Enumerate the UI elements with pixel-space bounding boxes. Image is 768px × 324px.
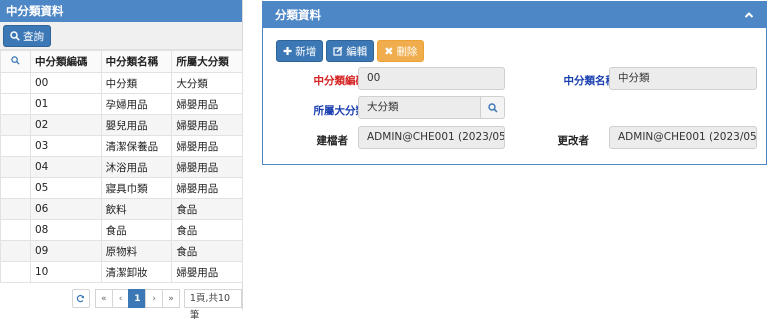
cell-parent: 婦嬰用品 — [171, 93, 243, 115]
cell-parent: 婦嬰用品 — [171, 114, 243, 136]
cell-parent: 食品 — [171, 198, 243, 220]
table-row[interactable]: 02 嬰兒用品 婦嬰用品 — [0, 114, 243, 136]
first-page-button[interactable]: « — [94, 289, 113, 308]
table-row[interactable]: 09 原物料 食品 — [0, 240, 243, 262]
table-row[interactable]: 04 沐浴用品 婦嬰用品 — [0, 156, 243, 178]
pagination: « ‹ 1 › » 1頁,共10筆 — [72, 289, 243, 321]
plus-icon: ✚ — [283, 44, 293, 58]
row-index-cell — [0, 177, 31, 199]
cell-code: 02 — [30, 114, 102, 136]
code-field-label: 中分類編碼 — [313, 75, 367, 87]
cell-code: 03 — [30, 135, 102, 157]
cell-name: 食品 — [100, 219, 173, 241]
cell-name: 中分類 — [100, 72, 173, 94]
parent-category-field[interactable]: 大分類 — [358, 96, 481, 119]
table-row[interactable]: 10 清潔卸妝 婦嬰用品 — [0, 261, 243, 283]
table-row[interactable]: 03 清潔保養品 婦嬰用品 — [0, 135, 243, 157]
row-index-cell — [0, 240, 31, 262]
row-index-cell — [0, 261, 31, 283]
refresh-button[interactable] — [72, 289, 90, 308]
category-detail-panel: 分類資料 ✚ 新增 編輯 ✖ 刪除 中分類編碼 00 中分類名稱 中分類 所屬大… — [262, 1, 767, 165]
cell-code: 10 — [30, 261, 102, 283]
cell-name: 清潔保養品 — [100, 135, 173, 157]
current-page-button[interactable]: 1 — [128, 289, 147, 308]
column-search-icon-header[interactable] — [0, 50, 31, 73]
detail-panel-title: 分類資料 — [275, 8, 321, 22]
cell-code: 04 — [30, 156, 102, 178]
search-icon — [487, 102, 498, 113]
table-row[interactable]: 06 飲料 食品 — [0, 198, 243, 220]
cell-code: 06 — [30, 198, 102, 220]
parent-category-field-label: 所屬大分類 — [313, 105, 367, 117]
cell-name: 清潔卸妝 — [100, 261, 173, 283]
modifier-field-label: 更改者 — [557, 135, 590, 147]
row-index-cell — [0, 114, 31, 136]
row-index-cell — [0, 72, 31, 94]
next-page-button[interactable]: › — [145, 289, 164, 308]
column-header-parent[interactable]: 所屬大分類 — [171, 50, 243, 73]
middle-category-list-panel: 中分類資料 查詢 中分類編碼 中分類名稱 所屬大分類 00 中分類 大分類 01… — [0, 0, 243, 321]
query-button[interactable]: 查詢 — [3, 25, 51, 47]
add-button[interactable]: ✚ 新增 — [276, 40, 324, 62]
cell-name: 飲料 — [100, 198, 173, 220]
creator-field-label: 建檔者 — [316, 135, 349, 147]
cell-name: 原物料 — [100, 240, 173, 262]
list-toolbar: 查詢 — [0, 22, 242, 50]
cell-parent: 食品 — [171, 240, 243, 262]
cell-name: 寢具巾類 — [100, 177, 173, 199]
row-index-cell — [0, 93, 31, 115]
page-info: 1頁,共10筆 — [183, 289, 243, 321]
cell-code: 05 — [30, 177, 102, 199]
add-button-label: 新增 — [295, 45, 317, 58]
table-header-row: 中分類編碼 中分類名稱 所屬大分類 — [0, 50, 243, 73]
row-index-cell — [0, 198, 31, 220]
cell-parent: 婦嬰用品 — [171, 261, 243, 283]
creator-field: ADMIN@CHE001 (2023/05/29 — [358, 126, 505, 149]
detail-panel-header: 分類資料 — [263, 2, 766, 28]
cell-code: 09 — [30, 240, 102, 262]
row-index-cell — [0, 156, 31, 178]
table-row[interactable]: 08 食品 食品 — [0, 219, 243, 241]
cell-parent: 婦嬰用品 — [171, 177, 243, 199]
search-icon — [10, 31, 20, 41]
code-field[interactable]: 00 — [358, 67, 505, 90]
list-panel-title: 中分類資料 — [0, 0, 242, 22]
column-header-code[interactable]: 中分類編碼 — [30, 50, 102, 73]
category-table: 中分類編碼 中分類名稱 所屬大分類 00 中分類 大分類 01 孕婦用品 婦嬰用… — [0, 50, 243, 283]
row-index-cell — [0, 219, 31, 241]
name-field-label: 中分類名稱 — [563, 75, 617, 87]
table-row[interactable]: 01 孕婦用品 婦嬰用品 — [0, 93, 243, 115]
delete-button[interactable]: ✖ 刪除 — [377, 40, 425, 62]
cell-parent: 婦嬰用品 — [171, 135, 243, 157]
row-index-cell — [0, 135, 31, 157]
cell-name: 嬰兒用品 — [100, 114, 173, 136]
cell-parent: 婦嬰用品 — [171, 156, 243, 178]
name-field[interactable]: 中分類 — [609, 67, 757, 90]
cell-code: 00 — [30, 72, 102, 94]
refresh-icon — [77, 294, 85, 303]
edit-button[interactable]: 編輯 — [326, 40, 375, 62]
table-row[interactable]: 00 中分類 大分類 — [0, 72, 243, 94]
modifier-field: ADMIN@CHE001 (2023/05/29 — [609, 126, 757, 149]
prev-page-button[interactable]: ‹ — [111, 289, 130, 308]
edit-icon — [333, 46, 343, 56]
search-icon — [11, 55, 20, 65]
edit-button-label: 編輯 — [346, 45, 368, 58]
table-row[interactable]: 05 寢具巾類 婦嬰用品 — [0, 177, 243, 199]
delete-button-label: 刪除 — [396, 45, 418, 58]
action-toolbar: ✚ 新增 編輯 ✖ 刪除 — [276, 40, 425, 62]
cell-parent: 大分類 — [171, 72, 243, 94]
cell-parent: 食品 — [171, 219, 243, 241]
parent-category-lookup-button[interactable] — [481, 96, 505, 119]
cell-code: 08 — [30, 219, 102, 241]
query-button-label: 查詢 — [23, 30, 44, 43]
last-page-button[interactable]: » — [162, 289, 180, 308]
chevron-up-icon[interactable] — [744, 10, 754, 20]
column-header-name[interactable]: 中分類名稱 — [100, 50, 173, 73]
cell-name: 沐浴用品 — [100, 156, 173, 178]
close-icon: ✖ — [384, 44, 394, 58]
cell-code: 01 — [30, 93, 102, 115]
cell-name: 孕婦用品 — [100, 93, 173, 115]
